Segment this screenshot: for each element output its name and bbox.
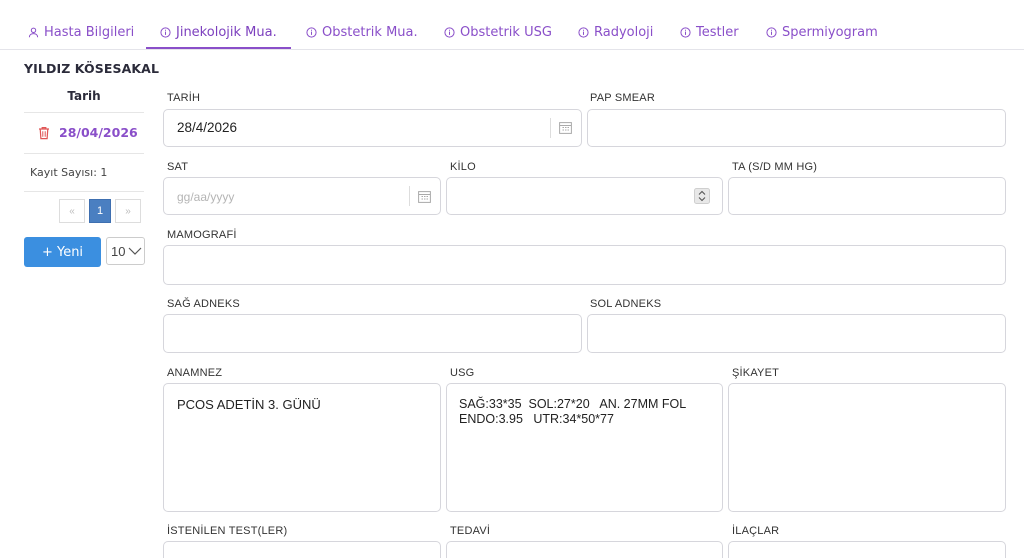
- sat-placeholder: gg/aa/yyyy: [177, 190, 235, 204]
- istenilen-test-label: İSTENİLEN TEST(LER): [167, 525, 288, 537]
- tab-hasta-bilgileri[interactable]: Hasta Bilgileri: [28, 25, 134, 40]
- record-item[interactable]: 28/04/2026: [38, 125, 138, 140]
- tedavi-textarea[interactable]: [446, 541, 723, 558]
- stepper-icon[interactable]: [694, 188, 710, 204]
- ilaclar-textarea[interactable]: [728, 541, 1006, 558]
- tab-label: Hasta Bilgileri: [44, 25, 135, 40]
- sag-adneks-input[interactable]: [163, 314, 582, 353]
- info-icon: [306, 27, 317, 38]
- sat-label: SAT: [167, 161, 189, 173]
- tab-label: Obstetrik USG: [460, 25, 552, 40]
- sol-adneks-label: SOL ADNEKS: [590, 298, 662, 310]
- tab-label: Jinekolojik Mua.: [176, 25, 277, 40]
- pap-smear-input[interactable]: [587, 109, 1006, 147]
- divider: [550, 118, 551, 138]
- divider: [24, 191, 144, 192]
- tab-label: Spermiyogram: [782, 25, 878, 40]
- record-date: 28/04/2026: [59, 125, 138, 140]
- usg-value: SAĞ:33*35 SOL:27*20 AN. 27MM FOL ENDO:3.…: [459, 397, 687, 426]
- tarih-label: TARİH: [167, 92, 201, 104]
- tarih-value: 28/4/2026: [177, 120, 238, 135]
- sag-adneks-label: SAĞ ADNEKS: [167, 298, 240, 310]
- info-icon: [444, 27, 455, 38]
- divider: [409, 186, 410, 206]
- page-size-value: 10: [111, 243, 126, 259]
- info-icon: [680, 27, 691, 38]
- tab-testler[interactable]: Testler: [680, 25, 739, 40]
- pagination-current[interactable]: 1: [89, 199, 111, 223]
- active-tab-indicator: [146, 47, 291, 49]
- records-column-header: Tarih: [67, 89, 101, 103]
- tab-radyoloji[interactable]: Radyoloji: [578, 25, 653, 40]
- ta-label: TA (S/D MM HG): [732, 161, 818, 173]
- page-size-select[interactable]: 10: [106, 237, 145, 265]
- sikayet-label: ŞİKAYET: [732, 367, 780, 379]
- mamografi-input[interactable]: [163, 245, 1006, 285]
- anamnez-value: PCOS ADETİN 3. GÜNÜ: [177, 397, 321, 412]
- trash-icon[interactable]: [38, 126, 50, 140]
- pap-smear-label: PAP SMEAR: [590, 92, 655, 104]
- tab-bar: Hasta Bilgileri Jinekolojik Mua. Obstetr…: [0, 0, 1024, 50]
- tab-obstetrik-mua[interactable]: Obstetrik Mua.: [306, 25, 418, 40]
- tedavi-label: TEDAVİ: [450, 525, 491, 537]
- divider: [24, 112, 144, 113]
- istenilen-test-textarea[interactable]: [163, 541, 441, 558]
- user-icon: [28, 27, 39, 38]
- kilo-label: KİLO: [450, 161, 476, 173]
- anamnez-label: ANAMNEZ: [167, 367, 223, 379]
- chevron-down-icon: [129, 247, 142, 255]
- mamografi-label: MAMOGRAFİ: [167, 229, 237, 241]
- ilaclar-label: İLAÇLAR: [732, 525, 780, 537]
- pagination-next[interactable]: »: [115, 199, 141, 223]
- kilo-input[interactable]: [446, 177, 723, 215]
- calendar-icon[interactable]: [418, 190, 431, 203]
- calendar-icon[interactable]: [559, 121, 572, 134]
- record-count: Kayıt Sayısı: 1: [30, 166, 108, 179]
- patient-name: YILDIZ KÖSESAKAL: [24, 61, 160, 76]
- usg-label: USG: [450, 367, 475, 379]
- info-icon: [160, 27, 171, 38]
- pagination-prev[interactable]: «: [59, 199, 85, 223]
- sikayet-textarea[interactable]: [728, 383, 1006, 512]
- tab-obstetrik-usg[interactable]: Obstetrik USG: [444, 25, 552, 40]
- tab-label: Radyoloji: [594, 25, 654, 40]
- new-record-button[interactable]: + Yeni: [24, 237, 101, 267]
- tab-label: Testler: [696, 25, 739, 40]
- info-icon: [578, 27, 589, 38]
- ta-input[interactable]: [728, 177, 1006, 215]
- tab-jinekolojik-mua[interactable]: Jinekolojik Mua.: [160, 25, 277, 40]
- info-icon: [766, 27, 777, 38]
- sol-adneks-input[interactable]: [587, 314, 1006, 353]
- tab-label: Obstetrik Mua.: [322, 25, 418, 40]
- divider: [24, 153, 144, 154]
- tab-spermiyogram[interactable]: Spermiyogram: [766, 25, 878, 40]
